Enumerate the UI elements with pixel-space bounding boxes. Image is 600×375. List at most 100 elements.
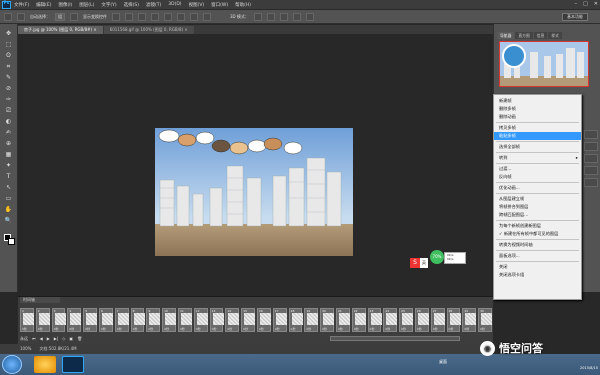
tab-info[interactable]: 信息 <box>533 32 548 39</box>
menu-item[interactable]: 文字(Y) <box>101 2 116 8</box>
duplicate-frame-button[interactable]: ▣ <box>69 336 73 341</box>
menu-item[interactable]: 滤镜(T) <box>146 2 161 8</box>
animation-frame[interactable]: 2 0秒 <box>35 308 50 332</box>
timeline-scrollbar[interactable] <box>330 336 460 341</box>
menu-item[interactable]: 编辑(E) <box>36 2 51 8</box>
frame-delay[interactable]: 0秒 <box>133 327 138 331</box>
context-menu-item[interactable]: 转换为视频时间轴 <box>494 241 581 249</box>
animation-frame[interactable]: 4 0秒 <box>67 308 82 332</box>
auto-select-checkbox[interactable] <box>17 12 25 21</box>
tab-navigator[interactable]: 导航器 <box>497 32 515 39</box>
distribute-icon[interactable] <box>190 12 198 21</box>
menu-item[interactable]: 文件(F) <box>14 2 29 8</box>
delete-frame-button[interactable]: 🗑 <box>77 336 82 341</box>
frame-delay[interactable]: 0秒 <box>401 327 406 331</box>
maximize-button[interactable]: □ <box>583 1 588 7</box>
animation-frame[interactable]: 13 0秒 <box>209 308 224 332</box>
context-menu-item[interactable]: 面板选项... <box>494 252 581 260</box>
animation-frame[interactable]: 1 0秒 <box>20 308 34 332</box>
frame-delay[interactable]: 0秒 <box>101 327 106 331</box>
speed-percent[interactable]: 70% <box>430 250 444 264</box>
ie-icon[interactable] <box>34 356 56 373</box>
zoom-level[interactable]: 100% <box>20 344 31 354</box>
animation-frame[interactable]: 6 0秒 <box>98 308 113 332</box>
animation-frame[interactable]: 5 0秒 <box>83 308 98 332</box>
panel-button[interactable] <box>584 142 598 151</box>
animation-frame[interactable]: 10 0秒 <box>162 308 177 332</box>
frame-delay[interactable]: 0秒 <box>38 327 43 331</box>
animation-frame[interactable]: 29 0秒 <box>462 308 477 332</box>
next-frame-button[interactable]: ▶| <box>54 336 58 341</box>
animation-frame[interactable]: 11 0秒 <box>177 308 192 332</box>
align-middle-icon[interactable] <box>125 12 133 21</box>
frame-delay[interactable]: 0秒 <box>322 327 327 331</box>
animation-frame[interactable]: 28 0秒 <box>446 308 461 332</box>
brush-tool-icon[interactable]: ✑ <box>4 96 13 103</box>
frame-delay[interactable]: 0秒 <box>227 327 232 331</box>
context-menu-item[interactable]: 转到 ▸ <box>494 154 581 162</box>
prev-frame-button[interactable]: ◀ <box>40 336 43 341</box>
eyedropper-tool-icon[interactable]: ✎ <box>4 74 13 81</box>
animation-frame[interactable]: 23 0秒 <box>367 308 382 332</box>
stamp-tool-icon[interactable]: ⎚ <box>4 107 13 114</box>
3d-pan-icon[interactable] <box>279 12 288 21</box>
context-menu-item[interactable]: 拷贝多帧 <box>494 124 581 132</box>
context-menu-item[interactable]: 为每个新帧创建新图层 <box>494 222 581 230</box>
animation-frame[interactable]: 9 0秒 <box>146 308 161 332</box>
hand-tool-icon[interactable]: ✋ <box>4 206 13 213</box>
3d-scale-icon[interactable] <box>305 12 314 21</box>
menu-item[interactable]: 图像(I) <box>58 2 72 8</box>
context-menu-item[interactable]: 过渡... <box>494 165 581 173</box>
align-top-icon[interactable] <box>112 12 120 21</box>
animation-frame[interactable]: 8 0秒 <box>130 308 145 332</box>
frame-delay[interactable]: 0秒 <box>180 327 185 331</box>
input-method-icon[interactable]: 英 <box>420 258 428 268</box>
menu-item[interactable]: 视图(V) <box>189 2 205 8</box>
frame-delay[interactable]: 0秒 <box>417 327 422 331</box>
document-image[interactable] <box>155 128 353 256</box>
frame-delay[interactable]: 0秒 <box>117 327 122 331</box>
frame-delay[interactable]: 0秒 <box>370 327 375 331</box>
align-right-icon[interactable] <box>177 12 185 21</box>
close-button[interactable]: ✕ <box>594 1 598 7</box>
context-menu-item[interactable]: 新建帧 <box>494 97 581 105</box>
menu-item[interactable]: 图层(L) <box>79 2 94 8</box>
marquee-tool-icon[interactable]: ⬚ <box>4 41 13 48</box>
sogou-icon[interactable]: S <box>410 258 420 268</box>
system-clock[interactable]: 2015/8/15 <box>540 356 598 374</box>
context-menu-item[interactable]: 删除多帧 <box>494 105 581 113</box>
frame-delay[interactable]: 0秒 <box>449 327 454 331</box>
blur-tool-icon[interactable]: ▦ <box>4 151 13 158</box>
panel-button[interactable] <box>584 154 598 163</box>
panel-button[interactable] <box>584 166 598 175</box>
frame-delay[interactable]: 0秒 <box>275 327 280 331</box>
animation-frame[interactable]: 12 0秒 <box>193 308 208 332</box>
3d-roll-icon[interactable] <box>266 12 275 21</box>
start-button[interactable] <box>2 355 22 374</box>
context-menu-item[interactable]: 将帧拼合到图层 <box>494 203 581 211</box>
context-menu-item[interactable]: 关闭选项卡组 <box>494 271 581 279</box>
frame-delay[interactable]: 0秒 <box>464 327 469 331</box>
context-menu-item[interactable]: 优化动画... <box>494 184 581 192</box>
speed-widget[interactable]: S 英 70% 0K/s 0K/s <box>410 250 480 270</box>
distribute-2-icon[interactable] <box>203 12 211 21</box>
healing-tool-icon[interactable]: ⊘ <box>4 85 13 92</box>
frame-delay[interactable]: 0秒 <box>480 327 485 331</box>
frame-delay[interactable]: 0秒 <box>22 327 27 331</box>
frame-delay[interactable]: 0秒 <box>212 327 217 331</box>
play-button[interactable]: ▶ <box>47 336 50 341</box>
frame-delay[interactable]: 0秒 <box>354 327 359 331</box>
align-left-icon[interactable] <box>151 12 159 21</box>
animation-frame[interactable]: 16 0秒 <box>256 308 271 332</box>
menu-item[interactable]: 窗口(W) <box>211 2 228 8</box>
shape-tool-icon[interactable]: ▭ <box>4 195 13 202</box>
frame-delay[interactable]: 0秒 <box>243 327 248 331</box>
show-transform-checkbox[interactable] <box>70 12 78 21</box>
tab-histogram[interactable]: 直方图 <box>515 32 533 39</box>
first-frame-button[interactable]: ⏮ <box>32 336 36 341</box>
context-menu-item[interactable]: 跨帧匹配图层... <box>494 211 581 219</box>
menu-item[interactable]: 选择(S) <box>124 2 139 8</box>
3d-rotate-icon[interactable] <box>253 12 262 21</box>
context-menu-item[interactable]: 选择全部帧 <box>494 143 581 151</box>
move-tool-icon[interactable] <box>4 12 12 21</box>
